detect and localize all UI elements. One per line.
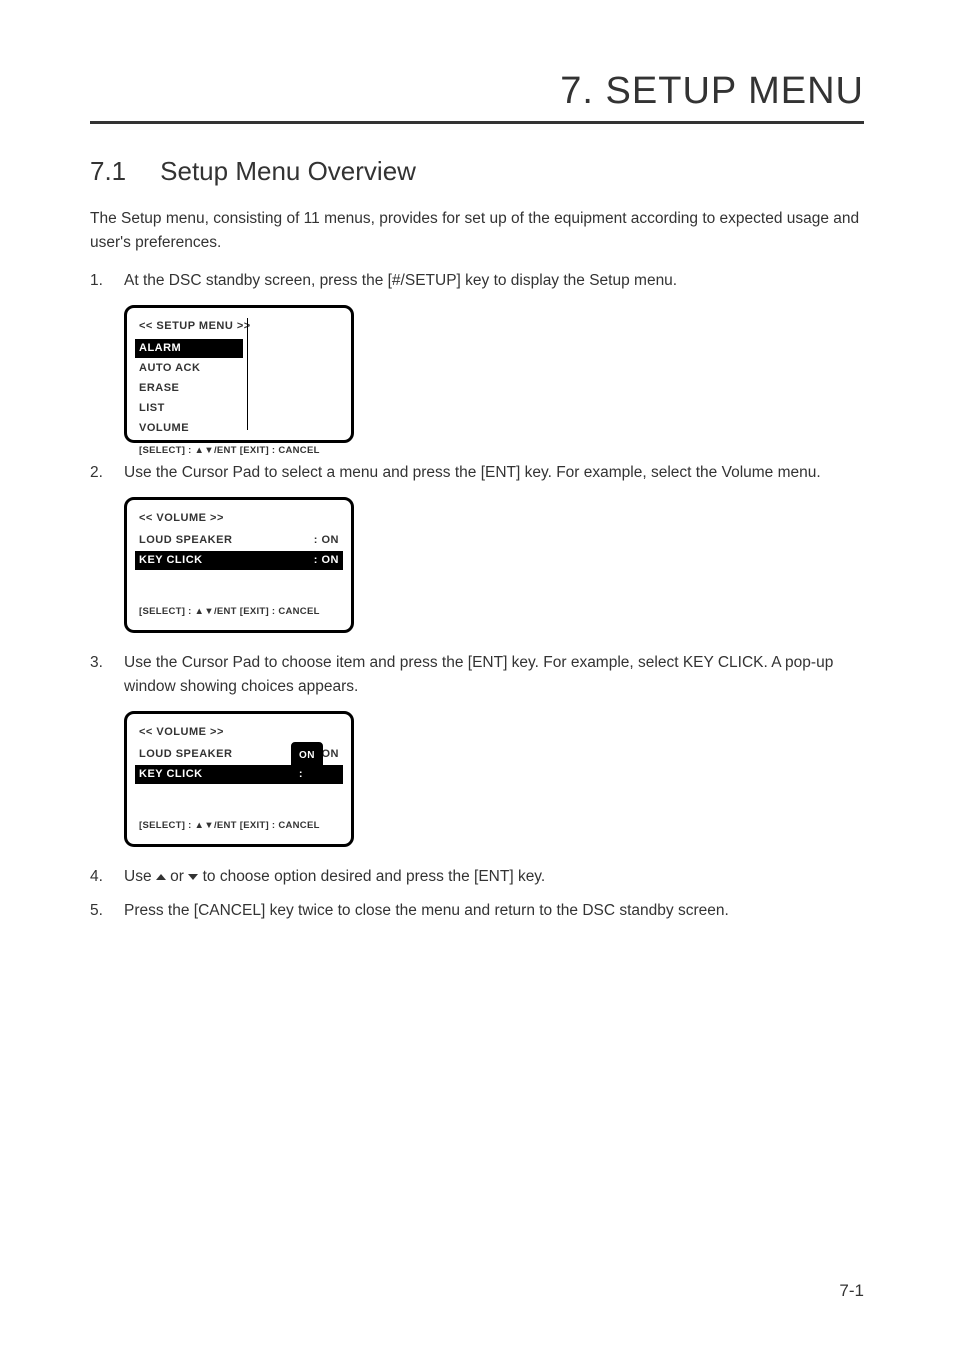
up-arrow-icon — [156, 874, 166, 880]
screen3-help: [SELECT] : ▲▼/ENT [EXIT] : CANCEL — [135, 819, 343, 834]
row-key-click-value: : ON — [314, 552, 339, 569]
menu-item-list: LIST — [135, 399, 243, 418]
intro-paragraph: The Setup menu, consisting of 11 menus, … — [90, 207, 864, 255]
step-3-text: Use the Cursor Pad to choose item and pr… — [124, 654, 833, 695]
step-3: Use the Cursor Pad to choose item and pr… — [90, 651, 864, 847]
menu-item-alarm: ALARM — [135, 339, 243, 358]
menu-item-auto-ack: AUTO ACK — [135, 359, 243, 378]
screen-volume-popup: << VOLUME >> LOUD SPEAKER : ON KEY CLICK… — [124, 711, 354, 847]
screen-volume-menu: << VOLUME >> LOUD SPEAKER : ON KEY CLICK… — [124, 497, 354, 633]
page-number: 7-1 — [839, 1281, 864, 1301]
row-loud-speaker-value: : ON — [314, 532, 339, 549]
screen2-title: << VOLUME >> — [135, 510, 343, 527]
step-2: Use the Cursor Pad to select a menu and … — [90, 461, 864, 633]
section-title: Setup Menu Overview — [160, 156, 416, 186]
step-list: At the DSC standby screen, press the [#/… — [90, 269, 864, 923]
step-5-text: Press the [CANCEL] key twice to close th… — [124, 902, 729, 919]
step-5: Press the [CANCEL] key twice to close th… — [90, 899, 864, 923]
popup-on: ON — [291, 742, 323, 770]
step-1-text: At the DSC standby screen, press the [#/… — [124, 272, 677, 289]
row-loud-speaker: LOUD SPEAKER : ON — [135, 531, 343, 550]
section-number: 7.1 — [90, 156, 126, 187]
screen3-title: << VOLUME >> — [135, 724, 343, 741]
step-4-text-c: to choose option desired and press the [… — [198, 868, 545, 885]
row3-key-click-label: KEY CLICK — [139, 766, 203, 783]
row-key-click: KEY CLICK : ON — [135, 551, 343, 570]
screen-setup-menu: << SETUP MENU >> ALARM AUTO ACK ERASE LI… — [124, 305, 354, 443]
row3-loud-speaker-label: LOUD SPEAKER — [139, 746, 232, 763]
screen1-divider — [247, 318, 248, 430]
screen1-title: << SETUP MENU >> — [135, 318, 343, 335]
screen2-help: [SELECT] : ▲▼/ENT [EXIT] : CANCEL — [135, 605, 343, 620]
row-key-click-label: KEY CLICK — [139, 552, 203, 569]
menu-item-volume: VOLUME — [135, 419, 243, 438]
menu-item-erase: ERASE — [135, 379, 243, 398]
chapter-title: 7. SETUP MENU — [90, 70, 864, 124]
step-2-text: Use the Cursor Pad to select a menu and … — [124, 464, 821, 481]
step-1: At the DSC standby screen, press the [#/… — [90, 269, 864, 443]
row-loud-speaker-label: LOUD SPEAKER — [139, 532, 232, 549]
step-4-text-b: or — [166, 868, 188, 885]
down-arrow-icon — [188, 874, 198, 880]
step-4: Use or to choose option desired and pres… — [90, 865, 864, 889]
step-4-text-a: Use — [124, 868, 156, 885]
section-heading: 7.1 Setup Menu Overview — [90, 156, 864, 187]
screen1-help: [SELECT] : ▲▼/ENT [EXIT] : CANCEL — [135, 444, 343, 459]
